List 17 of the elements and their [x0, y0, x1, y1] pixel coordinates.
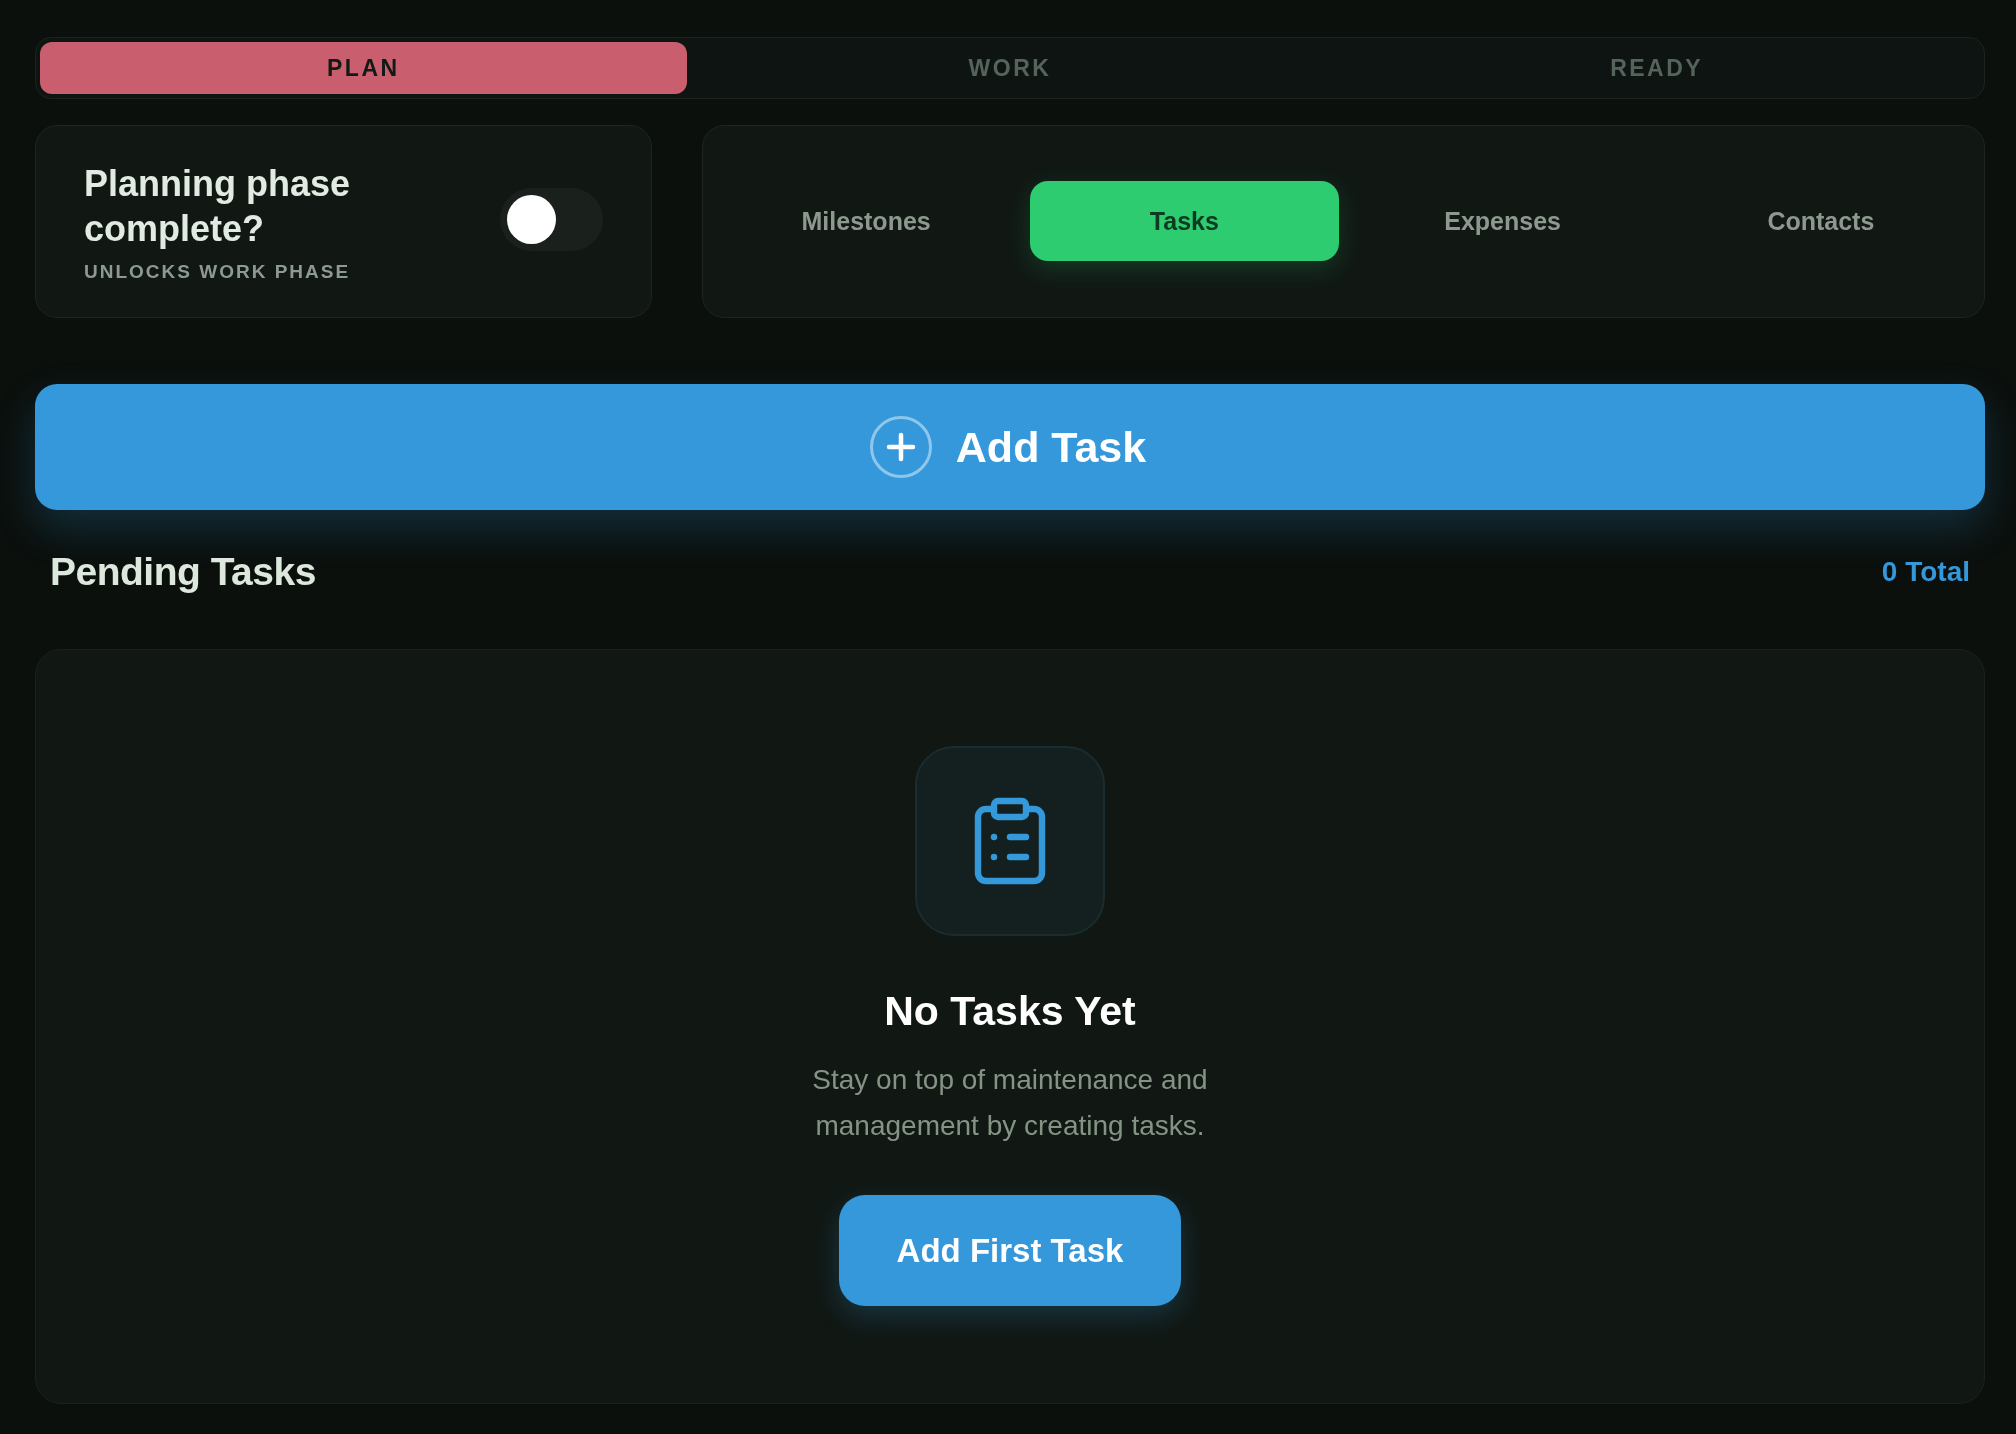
clipboard-icon [915, 746, 1105, 936]
section-tab[interactable]: Tasks [1030, 181, 1339, 261]
add-task-button[interactable]: Add Task [35, 384, 1985, 510]
phase-tab[interactable]: PLAN [40, 42, 687, 94]
toggle-subtitle: UNLOCKS WORK PHASE [84, 260, 352, 283]
section-tab[interactable]: Milestones [712, 181, 1021, 261]
empty-state-message: Stay on top of maintenance and management by creating tasks. [811, 1063, 1209, 1143]
section-tab[interactable]: Contacts [1666, 181, 1975, 261]
add-first-task-button[interactable]: Add First Task [839, 1195, 1181, 1306]
section-tab[interactable]: Expenses [1348, 181, 1657, 261]
phase-tab[interactable]: WORK [686, 42, 1334, 94]
toggle-title: Planning phase complete? [84, 161, 352, 251]
plus-circle-icon [869, 416, 932, 478]
empty-state-title: No Tasks Yet [884, 988, 1136, 1035]
task-count: 0 Total [1881, 556, 1970, 588]
phase-tab[interactable]: READY [1333, 42, 1980, 94]
section-heading: Pending Tasks [50, 550, 316, 594]
